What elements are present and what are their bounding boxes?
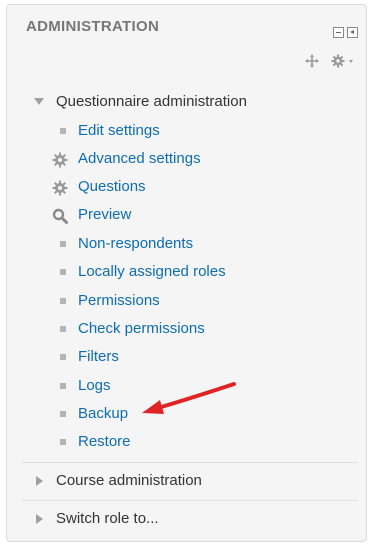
bullet-icon	[60, 411, 66, 417]
restore-link[interactable]: Restore	[78, 432, 131, 452]
logs-link[interactable]: Logs	[78, 376, 111, 396]
bullet-icon	[60, 326, 66, 332]
magnifier-icon	[52, 208, 68, 224]
preview-link[interactable]: Preview	[78, 205, 131, 225]
separator	[22, 462, 358, 463]
gear-icon	[52, 180, 68, 196]
locally-assigned-roles-link[interactable]: Locally assigned roles	[78, 262, 226, 282]
bullet-icon	[60, 241, 66, 247]
bullet-icon	[60, 298, 66, 304]
non-respondents-link[interactable]: Non-respondents	[78, 234, 193, 254]
questionnaire-administration-node[interactable]: Questionnaire administration	[56, 92, 247, 112]
backup-link[interactable]: Backup	[78, 404, 128, 424]
bullet-icon	[60, 128, 66, 134]
collapsed-arrow-icon[interactable]	[36, 514, 44, 524]
bullet-icon	[60, 269, 66, 275]
bullet-icon	[60, 354, 66, 360]
hide-block-icon[interactable]	[333, 27, 344, 38]
permissions-link[interactable]: Permissions	[78, 291, 160, 311]
expanded-arrow-icon[interactable]	[34, 98, 44, 106]
check-permissions-link[interactable]: Check permissions	[78, 319, 205, 339]
move-icon[interactable]	[305, 54, 319, 68]
filters-link[interactable]: Filters	[78, 347, 119, 367]
course-administration-node[interactable]: Course administration	[56, 471, 202, 491]
bullet-icon	[60, 383, 66, 389]
questions-link[interactable]: Questions	[78, 177, 146, 197]
separator	[22, 500, 358, 501]
edit-settings-link[interactable]: Edit settings	[78, 121, 160, 141]
switch-role-node[interactable]: Switch role to...	[56, 509, 159, 529]
annotation-arrow	[142, 382, 236, 414]
gear-icon[interactable]	[331, 54, 355, 68]
collapsed-arrow-icon[interactable]	[36, 476, 44, 486]
advanced-settings-link[interactable]: Advanced settings	[78, 149, 201, 169]
block-title: ADMINISTRATION	[26, 18, 160, 35]
gear-icon	[52, 152, 68, 168]
dock-block-icon[interactable]	[347, 27, 358, 38]
bullet-icon	[60, 439, 66, 445]
